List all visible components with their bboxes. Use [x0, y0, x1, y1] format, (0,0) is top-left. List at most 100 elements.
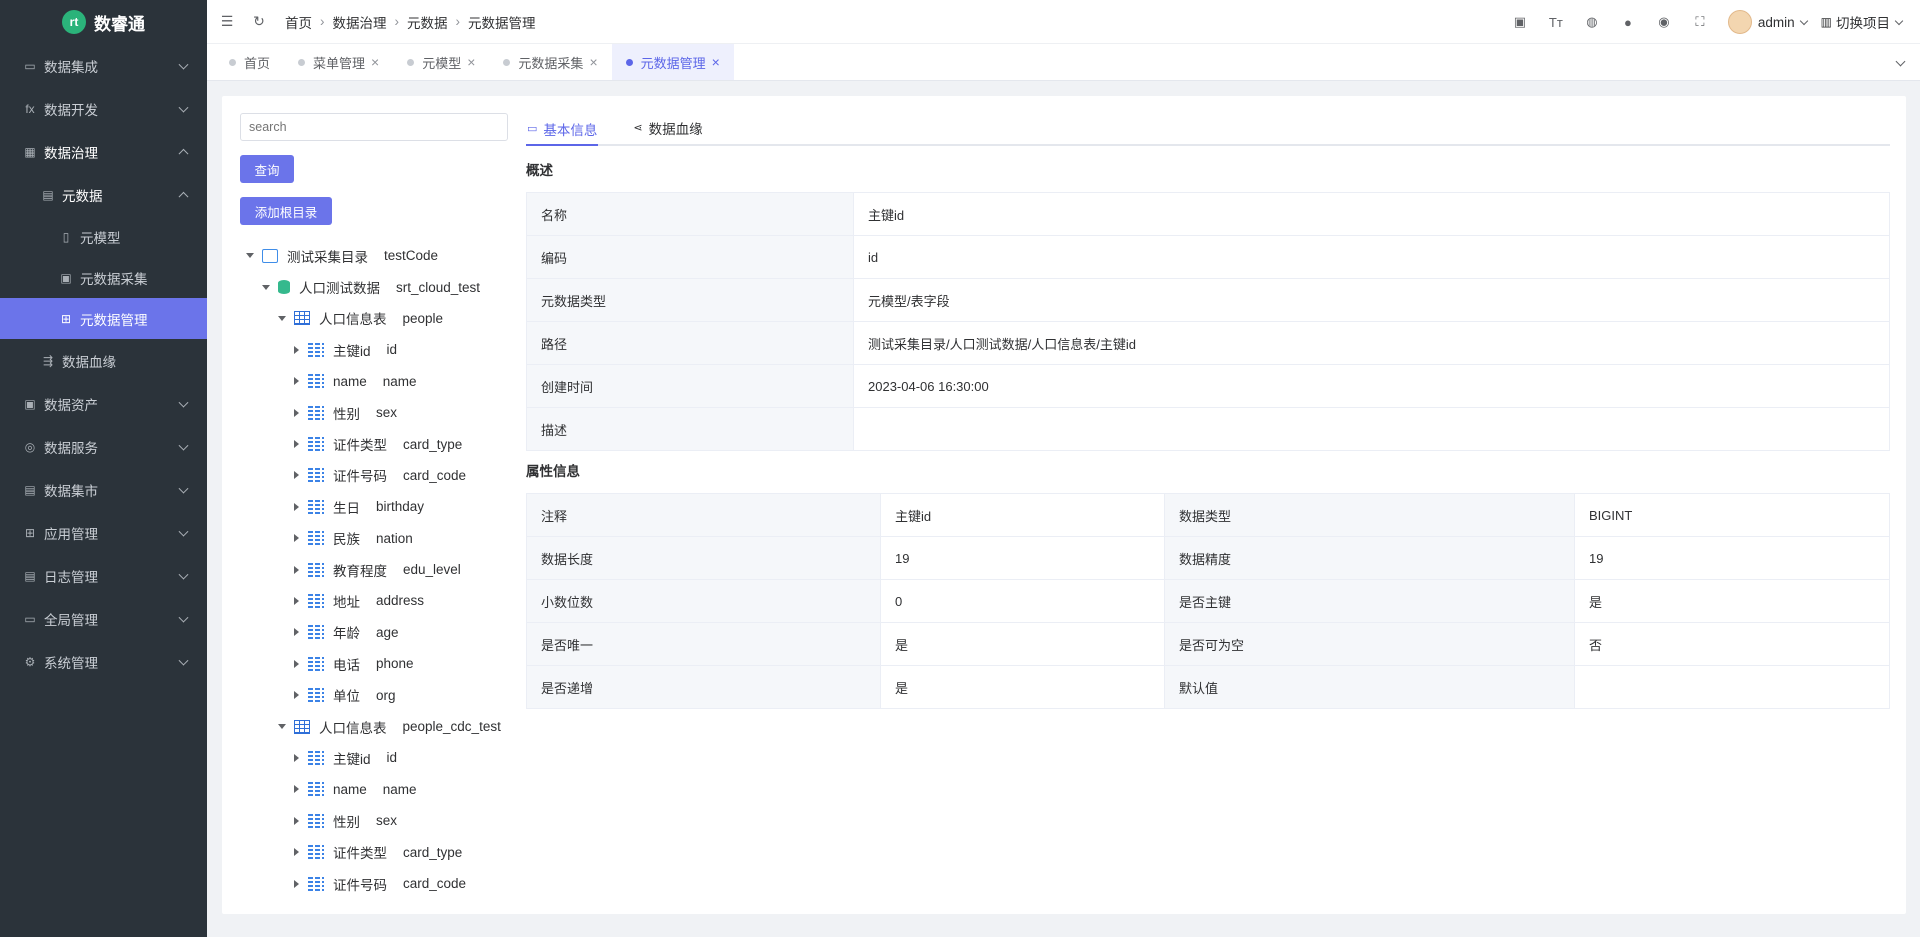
- sidebar-item-label: 系统管理: [44, 655, 98, 671]
- caret-right-icon[interactable]: [294, 408, 299, 417]
- chevron-down-icon[interactable]: [1895, 56, 1906, 67]
- tree-node[interactable]: 测试采集目录 testCode: [240, 240, 510, 271]
- breadcrumb-item[interactable]: 元数据: [407, 12, 448, 32]
- font-size-icon[interactable]: Tт: [1538, 15, 1574, 30]
- caret-right-icon[interactable]: [294, 565, 299, 574]
- add-root-button[interactable]: 添加根目录: [240, 197, 332, 225]
- tab-home[interactable]: 首页: [215, 44, 284, 80]
- tree-node[interactable]: 人口信息表 people_cdc_test: [240, 711, 510, 742]
- caret-right-icon[interactable]: [294, 345, 299, 354]
- caret-right-icon[interactable]: [294, 816, 299, 825]
- app-logo[interactable]: rt 数睿通: [0, 0, 207, 44]
- sidebar-item-global-manage[interactable]: ▭ 全局管理: [0, 597, 207, 640]
- tree-node[interactable]: 生日 birthday: [240, 491, 510, 522]
- sidebar-item-metadata[interactable]: ▤ 元数据: [0, 173, 207, 216]
- tree-node[interactable]: 主键id id: [240, 334, 510, 365]
- sidebar-item-log-manage[interactable]: ▤ 日志管理: [0, 554, 207, 597]
- caret-down-icon[interactable]: [278, 724, 286, 730]
- user-menu[interactable]: admin: [1758, 15, 1808, 30]
- tree-node[interactable]: 年龄 age: [240, 617, 510, 648]
- sidebar-item-metadata-collect[interactable]: ▣ 元数据采集: [0, 257, 207, 298]
- caret-down-icon[interactable]: [246, 253, 254, 259]
- tab-data-lineage[interactable]: ⋖ 数据血缘: [632, 111, 703, 144]
- caret-right-icon[interactable]: [294, 879, 299, 888]
- tree-node[interactable]: 人口信息表 people: [240, 303, 510, 334]
- caret-right-icon[interactable]: [294, 691, 299, 700]
- avatar[interactable]: [1727, 10, 1752, 34]
- sidebar-item-data-development[interactable]: fx 数据开发: [0, 87, 207, 130]
- sidebar-item-data-integration[interactable]: ▭ 数据集成: [0, 44, 207, 87]
- tree-node[interactable]: 证件类型 card_type: [240, 428, 510, 459]
- field-icon: [308, 342, 324, 357]
- tree-node[interactable]: 主键id id: [240, 742, 510, 773]
- sidebar-item-data-market[interactable]: ▤ 数据集市: [0, 468, 207, 511]
- caret-right-icon[interactable]: [294, 628, 299, 637]
- tab-label: 基本信息: [543, 122, 598, 138]
- tab-meta-model[interactable]: 元模型 ×: [393, 44, 489, 80]
- attr-key: 数据精度: [1164, 536, 1575, 580]
- sidebar-item-label: 数据开发: [44, 102, 98, 118]
- tree-node[interactable]: 证件类型 card_type: [240, 836, 510, 867]
- close-icon[interactable]: ×: [467, 54, 475, 70]
- tree-node[interactable]: 性别 sex: [240, 805, 510, 836]
- tree-node[interactable]: 证件号码 card_code: [240, 868, 510, 899]
- tree-node[interactable]: 性别 sex: [240, 397, 510, 428]
- sidebar-item-data-assets[interactable]: ▣ 数据资产: [0, 382, 207, 425]
- gitee-icon[interactable]: ◉: [1646, 14, 1682, 30]
- caret-right-icon[interactable]: [294, 377, 299, 386]
- tree-node[interactable]: 民族 nation: [240, 523, 510, 554]
- overview-key: 描述: [526, 407, 854, 451]
- caret-down-icon[interactable]: [262, 284, 270, 290]
- caret-right-icon[interactable]: [294, 440, 299, 449]
- caret-right-icon[interactable]: [294, 471, 299, 480]
- tab-metadata-collect[interactable]: 元数据采集 ×: [489, 44, 611, 80]
- sidebar-item-label: 数据集成: [44, 59, 98, 75]
- close-icon[interactable]: ×: [371, 54, 379, 70]
- language-icon[interactable]: ◍: [1574, 14, 1610, 30]
- tree-node[interactable]: 人口测试数据 srt_cloud_test: [240, 271, 510, 302]
- breadcrumb-item[interactable]: 数据治理: [333, 12, 387, 32]
- tab-metadata-manage[interactable]: 元数据管理 ×: [611, 44, 734, 80]
- field-icon: [308, 531, 324, 546]
- caret-right-icon[interactable]: [294, 534, 299, 543]
- tree-node[interactable]: 证件号码 card_code: [240, 460, 510, 491]
- caret-right-icon[interactable]: [294, 753, 299, 762]
- tree-node[interactable]: 教育程度 edu_level: [240, 554, 510, 585]
- close-icon[interactable]: ×: [589, 54, 597, 70]
- sidebar-item-meta-model[interactable]: ▯ 元模型: [0, 216, 207, 257]
- fullscreen-icon[interactable]: ⛶: [1682, 14, 1718, 30]
- caret-down-icon[interactable]: [278, 315, 286, 321]
- tab-basic-info[interactable]: ▭ 基本信息: [526, 113, 599, 146]
- tree-node[interactable]: 电话 phone: [240, 648, 510, 679]
- sidebar-item-data-service[interactable]: ◎ 数据服务: [0, 425, 207, 468]
- collapse-menu-icon[interactable]: ☰: [219, 13, 235, 30]
- sidebar-item-metadata-manage[interactable]: ⊞ 元数据管理: [0, 298, 207, 339]
- lineage-icon: ⇶: [42, 353, 54, 368]
- tab-menu-manage[interactable]: 菜单管理 ×: [284, 44, 393, 80]
- sidebar-item-data-lineage[interactable]: ⇶ 数据血缘: [0, 339, 207, 382]
- tree-node[interactable]: 地址 address: [240, 585, 510, 616]
- query-button[interactable]: 查询: [240, 155, 294, 183]
- tree-node-code: age: [376, 624, 399, 640]
- search-input[interactable]: [240, 113, 508, 141]
- caret-right-icon[interactable]: [294, 659, 299, 668]
- github-icon[interactable]: ●: [1610, 15, 1646, 30]
- tree-node-code: card_code: [403, 876, 467, 891]
- caret-right-icon[interactable]: [294, 596, 299, 605]
- caret-right-icon[interactable]: [294, 785, 299, 794]
- image-icon[interactable]: ▣: [1502, 14, 1538, 30]
- sidebar-item-data-governance[interactable]: ▦ 数据治理: [0, 130, 207, 173]
- tree-node[interactable]: 单位 org: [240, 679, 510, 710]
- caret-right-icon[interactable]: [294, 848, 299, 857]
- project-switch[interactable]: ▥ 切换项目: [1821, 12, 1904, 32]
- close-icon[interactable]: ×: [712, 54, 720, 70]
- tree-node[interactable]: name name: [240, 774, 510, 805]
- refresh-icon[interactable]: ↻: [251, 13, 267, 30]
- sidebar-item-system-manage[interactable]: ⚙ 系统管理: [0, 640, 207, 683]
- sidebar-item-app-manage[interactable]: ⊞ 应用管理: [0, 511, 207, 554]
- breadcrumb-item[interactable]: 首页: [285, 12, 312, 32]
- tree-node-code: org: [376, 687, 396, 703]
- tree-node[interactable]: name name: [240, 366, 510, 397]
- sidebar-item-label: 应用管理: [44, 526, 98, 542]
- caret-right-icon[interactable]: [294, 502, 299, 511]
